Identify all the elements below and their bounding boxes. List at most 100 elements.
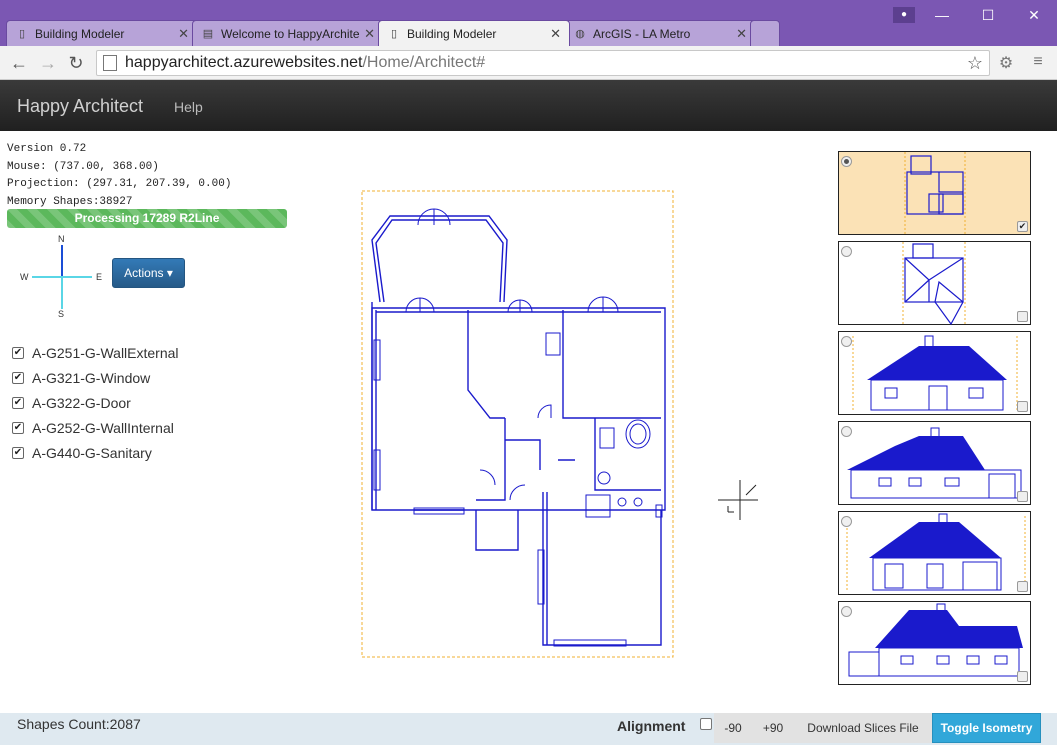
floor-plan-drawing (361, 190, 758, 658)
layer-checkbox[interactable]: ✔ (12, 346, 24, 359)
shapes-count: Shapes Count:2087 (17, 716, 141, 732)
address-bar[interactable]: happyarchitect.azurewebsites.net/Home/Ar… (96, 50, 990, 76)
floor-plan-canvas[interactable] (300, 140, 820, 700)
elevation-thumbnail-drawing (846, 513, 1026, 592)
elevation-thumbnail-drawing (852, 335, 1018, 412)
thumbnail-plan[interactable]: ✔ (838, 151, 1031, 236)
help-link[interactable]: Help (174, 99, 203, 115)
floor-plan-walls (371, 215, 666, 646)
url-host: happyarchitect.azurewebsites.net (125, 54, 363, 71)
layer-label: A-G440-G-Sanitary (32, 444, 152, 461)
layer-item[interactable]: ✔ A-G251-G-WallExternal (12, 340, 179, 365)
close-window-button[interactable]: ✕ (1011, 0, 1057, 30)
layer-checkbox[interactable]: ✔ (12, 396, 24, 409)
layer-label: A-G321-G-Window (32, 369, 151, 386)
alignment-checkbox[interactable] (700, 718, 712, 730)
thumbnail-elevation-rear[interactable] (838, 511, 1031, 595)
close-icon[interactable]: ✕ (364, 26, 375, 42)
projection-readout: Projection: (297.31, 207.39, 0.00) (7, 178, 232, 190)
tab-title: ArcGIS - LA Metro (593, 26, 691, 41)
layer-item[interactable]: ✔ A-G322-G-Door (12, 390, 179, 415)
browser-tab[interactable]: ▯ Building Modeler ✕ (6, 20, 198, 46)
close-icon[interactable]: ✕ (550, 26, 561, 42)
forward-arrow-icon[interactable]: → (36, 51, 60, 75)
thumbnail-radio[interactable] (841, 516, 852, 527)
thumbnail-elevation-side[interactable] (838, 421, 1031, 505)
browser-tab[interactable]: ◍ ArcGIS - LA Metro ✕ (564, 20, 756, 46)
thumbnail-checkbox[interactable] (1017, 581, 1028, 592)
page-icon: ▯ (390, 28, 398, 40)
floor-plan-details (373, 208, 663, 647)
thumbnail-checkbox[interactable] (1017, 401, 1028, 412)
browser-tab[interactable]: ▤ Welcome to HappyArchite ✕ (192, 20, 384, 46)
layer-label: A-G322-G-Door (32, 394, 131, 411)
compass[interactable]: N S W E (18, 233, 108, 321)
thumbnail-radio[interactable] (841, 156, 852, 167)
layer-checkbox[interactable]: ✔ (12, 446, 24, 459)
minimize-button[interactable]: — (919, 0, 965, 30)
thumbnail-checkbox[interactable] (1017, 671, 1028, 682)
app-navbar: Happy Architect Help (0, 80, 1057, 131)
page-icon: ▯ (18, 28, 26, 40)
url-path: /Home/Architect# (362, 54, 486, 71)
thumbnail-checkbox[interactable] (1017, 311, 1028, 322)
cursor-crosshair (718, 480, 758, 520)
thumbnail-radio[interactable] (841, 426, 852, 437)
thumbnail-radio[interactable] (841, 336, 852, 347)
globe-icon: ◍ (575, 28, 585, 40)
browser-toolbar: ← → ↻ happyarchitect.azurewebsites.net/H… (0, 46, 1057, 80)
page-icon (103, 55, 117, 71)
elevation-thumbnail-drawing (847, 427, 1022, 499)
thumbnail-checkbox[interactable] (1017, 491, 1028, 502)
view-thumbnail-list: ✔ (838, 151, 1031, 691)
processing-progress-bar: Processing 17289 R2Line (7, 209, 287, 228)
toggle-isometry-button[interactable]: Toggle Isometry (932, 713, 1041, 743)
browser-tab-active[interactable]: ▯ Building Modeler ✕ (378, 20, 570, 46)
thumbnail-elevation-front[interactable] (838, 331, 1031, 415)
app-brand[interactable]: Happy Architect (17, 96, 143, 117)
layer-checkbox[interactable]: ✔ (12, 371, 24, 384)
user-icon: ● (893, 7, 915, 23)
thumbnail-roof[interactable] (838, 241, 1031, 326)
thumbnail-radio[interactable] (841, 606, 852, 617)
compass-n-label: N (58, 234, 65, 244)
rotate-plus-90-button[interactable]: +90 (752, 713, 794, 743)
back-arrow-icon[interactable]: ← (7, 51, 31, 75)
reload-icon[interactable]: ↻ (64, 51, 88, 75)
maximize-button[interactable]: ☐ (965, 0, 1011, 30)
drawing-bounds (361, 190, 674, 658)
browser-title-bar: ▯ Building Modeler ✕ ▤ Welcome to HappyA… (0, 0, 1057, 46)
user-profile-button[interactable]: ● (889, 0, 919, 30)
alignment-label: Alignment (617, 718, 686, 734)
layer-label: A-G252-G-WallInternal (32, 419, 174, 436)
download-slices-button[interactable]: Download Slices File (794, 713, 932, 743)
tab-title: Building Modeler (35, 26, 125, 41)
tab-strip: ▯ Building Modeler ✕ ▤ Welcome to HappyA… (6, 20, 780, 46)
layer-item[interactable]: ✔ A-G252-G-WallInternal (12, 415, 179, 440)
thumbnail-elevation-other[interactable] (838, 601, 1031, 685)
extension-icon[interactable]: ⚙ (996, 53, 1016, 73)
status-bar: Shapes Count:2087 Alignment -90 +90 Down… (0, 713, 1057, 745)
book-icon: ▤ (202, 28, 214, 40)
rotate-minus-90-button[interactable]: -90 (714, 713, 752, 743)
menu-icon[interactable]: ≡ (1028, 53, 1048, 73)
close-icon[interactable]: ✕ (736, 26, 747, 42)
layer-item[interactable]: ✔ A-G321-G-Window (12, 365, 179, 390)
info-panel: Version 0.72 Mouse: (737.00, 368.00) Pro… (7, 141, 231, 211)
elevation-thumbnail-drawing (848, 603, 1023, 677)
star-icon[interactable]: ☆ (967, 53, 983, 74)
compass-s-label: S (58, 309, 65, 319)
compass-w-label: W (20, 272, 29, 282)
compass-svg (32, 245, 92, 309)
actions-dropdown-button[interactable]: Actions ▾ (112, 258, 185, 288)
window-controls: ● — ☐ ✕ (889, 0, 1057, 30)
thumbnail-checkbox[interactable]: ✔ (1017, 221, 1028, 232)
layer-item[interactable]: ✔ A-G440-G-Sanitary (12, 440, 179, 465)
new-tab-button[interactable] (750, 20, 780, 46)
thumbnail-radio[interactable] (841, 246, 852, 257)
version-text: Version 0.72 (7, 143, 87, 155)
layer-checkbox[interactable]: ✔ (12, 421, 24, 434)
plan-thumbnail-drawing (904, 152, 966, 236)
close-icon[interactable]: ✕ (178, 26, 189, 42)
mouse-readout: Mouse: (737.00, 368.00) (7, 160, 159, 173)
